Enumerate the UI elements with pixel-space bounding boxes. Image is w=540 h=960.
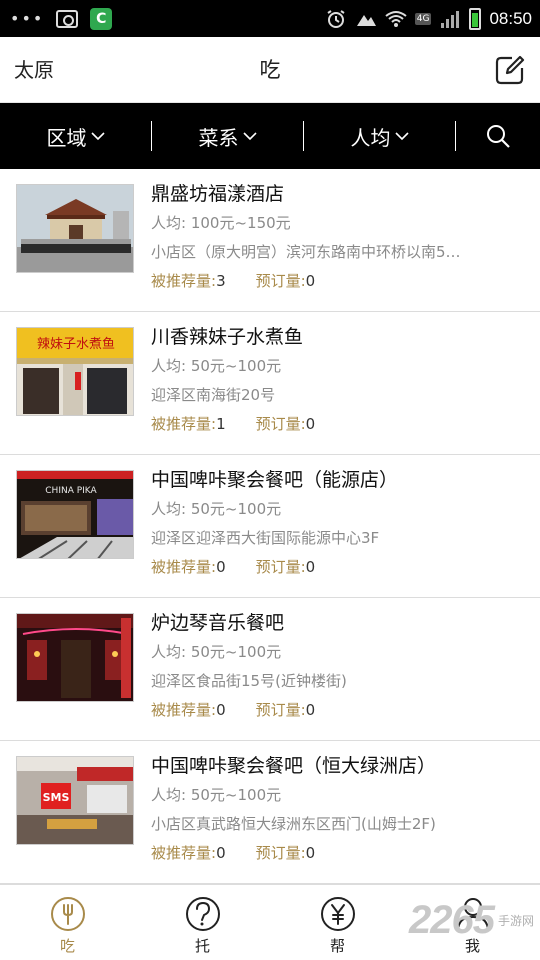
restaurant-photo: CHINA PIKA [16, 470, 134, 559]
restaurant-price: 人均: 50元~100元 [151, 500, 282, 518]
nav-tab-eat[interactable]: 吃 [0, 885, 135, 960]
restaurant-address: 小店区真武路恒大绿洲东区西门(山姆士2F) [151, 815, 436, 833]
recommended-count: 0 [216, 844, 226, 862]
search-icon [487, 125, 510, 148]
question-icon [185, 897, 220, 931]
shop-sign-text: SMS [43, 791, 70, 804]
price-filter[interactable]: 人均 [304, 103, 455, 169]
screenshot-icon [56, 9, 79, 28]
restaurant-price: 人均: 100元~150元 [151, 214, 291, 232]
booked-label: 预订量: [255, 415, 306, 433]
booked-count: 0 [305, 272, 316, 290]
bottom-nav: 吃 托 帮 我 [0, 884, 540, 960]
recommended-count: 3 [216, 272, 226, 290]
booked-label: 预订量: [255, 844, 306, 862]
list-item[interactable]: 辣妹子水煮鱼 川香辣妹子水煮鱼 人均: 50元~100元 迎泽区南海街20号 被… [0, 312, 540, 455]
nav-tab-label: 帮 [329, 937, 345, 955]
restaurant-price: 人均: 50元~100元 [151, 643, 282, 661]
restaurant-name: 中国啤咔聚会餐吧（能源店） [151, 469, 399, 491]
shop-sign-text: CHINA PIKA [45, 486, 97, 496]
notification-dots-icon: ••• [10, 9, 45, 28]
restaurant-price: 人均: 50元~100元 [151, 357, 282, 375]
app-notification-icon: C [90, 7, 113, 30]
recommended-count: 0 [216, 558, 226, 576]
weather-icon [356, 14, 376, 26]
booked-label: 预订量: [255, 701, 306, 719]
booked-label: 预订量: [255, 558, 306, 576]
recommended-label: 被推荐量: [151, 844, 217, 862]
list-item[interactable]: 炉边琴音乐餐吧 人均: 50元~100元 迎泽区食品街15号(近钟楼街) 被推荐… [0, 598, 540, 741]
recommended-label: 被推荐量: [151, 272, 217, 290]
area-filter-label: 区域 [46, 125, 87, 150]
nav-tab-label: 吃 [59, 937, 75, 955]
restaurant-name: 炉边琴音乐餐吧 [151, 612, 285, 634]
nav-tab-me[interactable]: 我 [405, 885, 540, 960]
restaurant-address: 迎泽区南海街20号 [151, 386, 276, 404]
nav-tab-request[interactable]: 托 [135, 885, 270, 960]
battery-icon [469, 7, 482, 30]
restaurant-address: 小店区（原大明宫）滨河东路南中环桥以南5… [151, 243, 461, 261]
alarm-icon [327, 9, 345, 28]
chevron-down-icon [90, 132, 105, 141]
price-filter-label: 人均 [350, 125, 391, 150]
restaurant-address: 迎泽区迎泽西大街国际能源中心3F [151, 529, 380, 547]
wifi-icon [385, 10, 407, 27]
restaurant-name: 鼎盛坊福漾酒店 [151, 183, 285, 205]
search-button[interactable] [456, 103, 540, 169]
nav-tab-label: 我 [464, 937, 480, 955]
filter-bar: 区域 菜系 人均 [0, 103, 540, 169]
list-item[interactable]: 鼎盛坊福漾酒店 人均: 100元~150元 小店区（原大明宫）滨河东路南中环桥以… [0, 169, 540, 312]
booked-count: 0 [305, 558, 316, 576]
chevron-down-icon [242, 132, 257, 141]
booked-label: 预订量: [255, 272, 306, 290]
restaurant-price: 人均: 50元~100元 [151, 786, 282, 804]
recommended-label: 被推荐量: [151, 558, 217, 576]
cuisine-filter-label: 菜系 [198, 125, 239, 150]
recommended-count: 0 [216, 701, 226, 719]
nav-tab-label: 托 [194, 937, 210, 955]
nav-tab-help[interactable]: 帮 [270, 885, 405, 960]
restaurant-name: 中国啤咔聚会餐吧（恒大绿洲店） [151, 755, 437, 777]
top-header: 太原 吃 [0, 37, 540, 103]
recommended-label: 被推荐量: [151, 701, 217, 719]
restaurant-name: 川香辣妹子水煮鱼 [151, 326, 304, 348]
cuisine-filter[interactable]: 菜系 [152, 103, 303, 169]
area-filter[interactable]: 区域 [0, 103, 151, 169]
shop-sign-text: 辣妹子水煮鱼 [37, 336, 115, 352]
restaurant-photo: 辣妹子水煮鱼 [16, 327, 134, 416]
city-selector[interactable]: 太原 [14, 37, 54, 103]
page-title: 吃 [259, 58, 281, 82]
booked-count: 0 [305, 415, 316, 433]
restaurant-photo [16, 184, 134, 273]
signal-icon [441, 10, 460, 28]
list-item[interactable]: SMS 中国啤咔聚会餐吧（恒大绿洲店） 人均: 50元~100元 小店区真武路恒… [0, 741, 540, 884]
edit-icon[interactable] [494, 54, 526, 86]
network-type-badge: 4G [414, 12, 432, 25]
restaurant-photo: SMS [16, 756, 134, 845]
booked-count: 0 [305, 701, 316, 719]
restaurant-list: 鼎盛坊福漾酒店 人均: 100元~150元 小店区（原大明宫）滨河东路南中环桥以… [0, 169, 540, 884]
restaurant-address: 迎泽区食品街15号(近钟楼街) [151, 672, 347, 690]
user-icon [456, 898, 489, 932]
status-bar: ••• C 4G 08:50 [0, 0, 540, 37]
list-item[interactable]: CHINA PIKA 中国啤咔聚会餐吧（能源店） 人均: 50元~100元 迎泽… [0, 455, 540, 598]
fork-icon [50, 897, 85, 931]
booked-count: 0 [305, 844, 316, 862]
chevron-down-icon [394, 132, 409, 141]
status-time: 08:50 [489, 8, 532, 28]
recommended-label: 被推荐量: [151, 415, 217, 433]
recommended-count: 1 [216, 415, 226, 433]
restaurant-photo [16, 613, 134, 702]
yuan-icon [320, 897, 355, 931]
